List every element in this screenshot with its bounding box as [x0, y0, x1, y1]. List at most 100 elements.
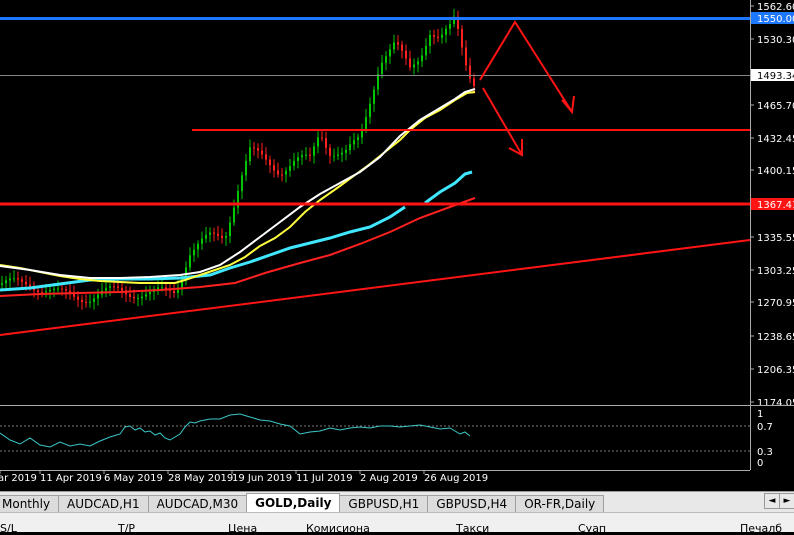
- candle-body: [289, 166, 291, 171]
- candle-body: [145, 294, 147, 297]
- candle-body: [373, 89, 375, 104]
- candle-body: [425, 45, 427, 56]
- date-tick-label: ar 2019: [0, 473, 37, 484]
- price-tick-label: 1432.45: [757, 134, 794, 145]
- candle-body: [25, 281, 27, 285]
- candle-body: [369, 103, 371, 117]
- chart-tab[interactable]: Monthly: [0, 495, 60, 513]
- candle-body: [437, 36, 439, 38]
- price-tick-label: 1465.70: [757, 101, 794, 112]
- candle-body: [61, 288, 63, 290]
- candle-body: [277, 170, 279, 175]
- candle-body: [265, 154, 267, 160]
- candle-body: [269, 159, 271, 166]
- oscillator-scale-0: 0: [757, 458, 763, 469]
- candle-body: [313, 146, 315, 156]
- terminal-header: S/L T/P Цена Комисиона Такси Суап Печалб: [0, 512, 794, 535]
- candle-body: [309, 154, 311, 156]
- oscillator-scale-03: 0.3: [757, 447, 773, 458]
- candle-body: [401, 44, 403, 51]
- candle-body: [421, 55, 423, 62]
- candle-body: [469, 65, 471, 79]
- oscillator-scale-1: 1: [757, 409, 763, 420]
- candle-body: [157, 287, 159, 290]
- candle-body: [329, 147, 331, 156]
- scroll-left-button[interactable]: ◄: [764, 493, 780, 509]
- price-tick-label: 1303.25: [757, 266, 794, 277]
- candle-body: [257, 148, 259, 151]
- date-axis[interactable]: ar 2019 11 Apr 2019 6 May 2019 28 May 20191…: [0, 470, 488, 484]
- price-tick-label: 1562.60: [757, 2, 794, 13]
- candle-body: [321, 137, 323, 139]
- candle-body: [245, 161, 247, 176]
- terminal-column-header[interactable]: Печалб: [740, 522, 782, 535]
- chart-tab[interactable]: OR-FR,Daily: [515, 495, 605, 513]
- candle-body: [325, 138, 327, 148]
- terminal-column-header[interactable]: Цена: [228, 522, 257, 535]
- candle-body: [305, 154, 307, 156]
- candle-body: [449, 24, 451, 29]
- candle-body: [193, 249, 195, 256]
- candle-body: [445, 28, 447, 35]
- chart-tab[interactable]: AUDCAD,H1: [58, 495, 149, 513]
- candle-body: [161, 287, 163, 289]
- chart-tab[interactable]: GOLD,Daily: [246, 493, 341, 513]
- candle-body: [217, 233, 219, 236]
- candle-body: [105, 287, 107, 291]
- terminal-column-header[interactable]: T/P: [118, 522, 135, 535]
- candle-body: [301, 155, 303, 158]
- candle-body: [141, 296, 143, 299]
- candle-body: [181, 278, 183, 288]
- terminal-column-header[interactable]: Комисиона: [306, 522, 370, 535]
- red-level-badge-text: 1367.41: [757, 200, 794, 211]
- candle-body: [129, 294, 131, 297]
- candle-body: [473, 78, 475, 86]
- chart-tab[interactable]: AUDCAD,M30: [147, 495, 248, 513]
- chart-area[interactable]: 1562.60 1530.30 1465.70 1432.45 1400.15 1367.…: [0, 0, 794, 491]
- date-tick-label: 2 Aug 2019: [360, 473, 418, 484]
- candle-body: [397, 42, 399, 45]
- price-tick-label: 1270.95: [757, 298, 794, 309]
- terminal-column-header[interactable]: Суап: [578, 522, 606, 535]
- candle-body: [253, 147, 255, 149]
- candle-body: [417, 61, 419, 65]
- candle-body: [333, 155, 335, 157]
- candle-body: [241, 175, 243, 192]
- candle-body: [221, 235, 223, 238]
- candle-body: [433, 35, 435, 37]
- candle-body: [297, 157, 299, 161]
- chart-tab-bar: Monthly AUDCAD,H1 AUDCAD,M30 GOLD,Daily GBPU…: [0, 491, 794, 513]
- candle-body: [317, 137, 319, 147]
- candle-body: [93, 298, 95, 302]
- terminal-column-header[interactable]: Такси: [456, 522, 489, 535]
- date-tick-label: 11 Jul 2019: [296, 473, 353, 484]
- candle-body: [109, 286, 111, 288]
- candle-body: [137, 298, 139, 300]
- candle-body: [17, 278, 19, 280]
- terminal-column-header[interactable]: S/L: [0, 522, 17, 535]
- candle-body: [213, 232, 215, 234]
- candle-body: [5, 280, 7, 284]
- candle-body: [285, 170, 287, 175]
- chart-tab[interactable]: GBPUSD,H1: [339, 495, 429, 513]
- candle-body: [113, 286, 115, 288]
- candle-body: [389, 49, 391, 57]
- candle-body: [49, 289, 51, 292]
- price-tick-label: 1530.30: [757, 35, 794, 46]
- candle-body: [225, 236, 227, 238]
- candle-body: [233, 207, 235, 223]
- candle-body: [385, 56, 387, 63]
- chart-tab[interactable]: GBPUSD,H4: [427, 495, 517, 513]
- scroll-right-button[interactable]: ►: [779, 493, 794, 509]
- price-tick-label: 1206.35: [757, 365, 794, 376]
- candle-body: [205, 234, 207, 239]
- date-tick-label: 28 May 2019: [168, 473, 233, 484]
- price-tick-label: 1400.15: [757, 166, 794, 177]
- candle-body: [229, 222, 231, 237]
- candle-body: [201, 238, 203, 244]
- candle-body: [357, 137, 359, 141]
- candle-body: [1, 283, 3, 285]
- date-tick-label: 26 Aug 2019: [424, 473, 488, 484]
- candle-body: [121, 287, 123, 291]
- candle-body: [37, 290, 39, 293]
